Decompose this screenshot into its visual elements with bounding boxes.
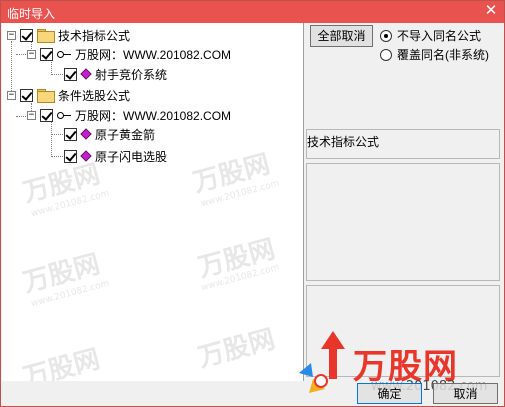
folder-icon: [37, 89, 55, 103]
group-label: 条件选股公式: [58, 88, 131, 103]
formula-label: 射手竞价系统: [95, 67, 168, 82]
tree-item-formula[interactable]: 射手竞价系统: [64, 65, 167, 83]
formula-gem-icon: [80, 68, 92, 80]
watermark-logo: 万股网: [20, 344, 104, 381]
formula-label: 原子黄金箭: [95, 127, 156, 142]
watermark-logo: 万股网: [20, 249, 104, 299]
tree-connector: [51, 121, 52, 157]
watermark-url: www.201082.com: [30, 188, 111, 220]
formula-checkbox[interactable]: [64, 127, 77, 141]
key-icon: [57, 49, 71, 59]
radio-button[interactable]: [380, 29, 392, 42]
formula-gem-icon: [80, 150, 92, 162]
folder-icon: [37, 29, 55, 43]
radio-label: 覆盖同名(非系统): [397, 48, 489, 62]
key-icon: [57, 110, 71, 120]
tree-group-screening[interactable]: − 条件选股公式: [7, 86, 130, 104]
collapse-icon[interactable]: −: [27, 49, 36, 59]
group-checkbox[interactable]: [20, 88, 33, 102]
tree-node-site[interactable]: − 万股网：WWW.201082.COM: [27, 45, 231, 63]
tree-connector: [51, 74, 65, 75]
watermark-url: www.201082.com: [30, 278, 111, 310]
collapse-icon[interactable]: −: [27, 110, 36, 120]
site-label: 万股网：WWW.201082.COM: [75, 108, 232, 123]
site-label: 万股网：WWW.201082.COM: [75, 47, 232, 62]
tree-item-formula[interactable]: 原子黄金箭: [64, 125, 155, 143]
formula-checkbox[interactable]: [64, 67, 77, 81]
radio-button[interactable]: [380, 48, 392, 61]
import-dialog: 临时导入 ✕ 万股网 万股网 万股网 万股网 万股网 万股网 www.20108…: [0, 0, 505, 407]
close-icon[interactable]: ✕: [482, 2, 500, 20]
formula-gem-icon: [80, 128, 92, 140]
site-checkbox[interactable]: [40, 47, 53, 61]
tree-connector: [51, 134, 65, 135]
radio-overwrite[interactable]: 覆盖同名(非系统): [380, 46, 489, 63]
formula-tree[interactable]: 万股网 万股网 万股网 万股网 万股网 万股网 www.201082.com w…: [2, 23, 304, 381]
tree-connector: [51, 156, 65, 157]
watermark-logo: 万股网: [195, 234, 279, 284]
radio-label: 不导入同名公式: [397, 29, 482, 43]
formula-label: 原子闪电选股: [95, 149, 168, 164]
watermark-url: www.201082.com: [200, 262, 281, 294]
cancel-button[interactable]: 取消: [433, 383, 498, 404]
title-bar: 临时导入 ✕: [1, 1, 504, 23]
ok-button[interactable]: 确定: [357, 383, 422, 404]
tree-node-site[interactable]: − 万股网：WWW.201082.COM: [27, 106, 231, 124]
collapse-icon[interactable]: −: [7, 30, 16, 40]
collapse-icon[interactable]: −: [7, 90, 16, 100]
site-checkbox[interactable]: [40, 108, 53, 122]
tree-group-technical[interactable]: − 技术指标公式: [7, 26, 130, 44]
formula-type-label: 技术指标公式: [307, 135, 380, 149]
watermark-logo: 万股网: [195, 324, 279, 374]
watermark-url: www.201082.com: [200, 178, 281, 210]
window-title: 临时导入: [7, 7, 56, 21]
watermark-logo: 万股网: [190, 149, 274, 199]
group-checkbox[interactable]: [20, 28, 33, 42]
description-panel: [306, 163, 500, 281]
radio-no-import[interactable]: 不导入同名公式: [380, 27, 481, 44]
group-label: 技术指标公式: [58, 28, 131, 43]
tree-item-formula[interactable]: 原子闪电选股: [64, 147, 167, 165]
cancel-all-button[interactable]: 全部取消: [310, 25, 373, 47]
formula-checkbox[interactable]: [64, 149, 77, 163]
